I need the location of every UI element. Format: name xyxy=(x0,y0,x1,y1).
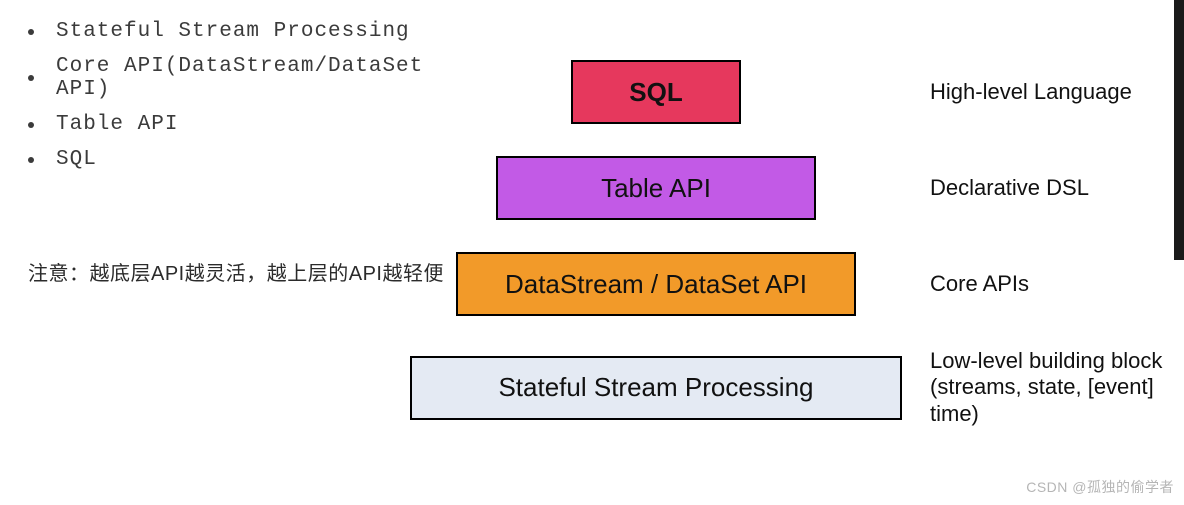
side-accent-bar xyxy=(1174,0,1184,260)
layer-diagram: SQL High-level Language Table API Declar… xyxy=(410,60,1184,427)
bullet-icon xyxy=(28,157,34,163)
bullet-icon xyxy=(28,75,34,81)
layer-desc-datastream: Core APIs xyxy=(930,271,1029,297)
list-item: Table API xyxy=(28,113,448,136)
layer-block-stateful: Stateful Stream Processing xyxy=(410,356,902,420)
layer-desc-stateful: Low-level building block (streams, state… xyxy=(930,348,1180,427)
watermark-text: CSDN @孤独的偷学者 xyxy=(1026,477,1174,497)
block-wrap: SQL xyxy=(410,60,902,124)
block-wrap: DataStream / DataSet API xyxy=(410,252,902,316)
bullet-text: Stateful Stream Processing xyxy=(56,20,410,43)
layer-block-sql: SQL xyxy=(571,60,741,124)
block-wrap: Table API xyxy=(410,156,902,220)
bullet-text: Core API(DataStream/DataSet API) xyxy=(56,55,448,101)
layer-row-datastream: DataStream / DataSet API Core APIs xyxy=(410,252,1184,316)
layer-desc-table: Declarative DSL xyxy=(930,175,1089,201)
layer-row-stateful: Stateful Stream Processing Low-level bui… xyxy=(410,348,1184,427)
left-column: Stateful Stream Processing Core API(Data… xyxy=(28,20,448,286)
bullet-text: SQL xyxy=(56,148,97,171)
layer-row-table: Table API Declarative DSL xyxy=(410,156,1184,220)
bullet-text: Table API xyxy=(56,113,178,136)
list-item: SQL xyxy=(28,148,448,171)
api-bullet-list: Stateful Stream Processing Core API(Data… xyxy=(28,20,448,171)
layer-row-sql: SQL High-level Language xyxy=(410,60,1184,124)
list-item: Core API(DataStream/DataSet API) xyxy=(28,55,448,101)
bullet-icon xyxy=(28,29,34,35)
block-wrap: Stateful Stream Processing xyxy=(410,356,902,420)
layer-block-table: Table API xyxy=(496,156,816,220)
bullet-icon xyxy=(28,122,34,128)
list-item: Stateful Stream Processing xyxy=(28,20,448,43)
layer-desc-sql: High-level Language xyxy=(930,79,1132,105)
layer-block-datastream: DataStream / DataSet API xyxy=(456,252,856,316)
note-text: 注意：越底层API越灵活，越上层的API越轻便 xyxy=(28,257,448,286)
